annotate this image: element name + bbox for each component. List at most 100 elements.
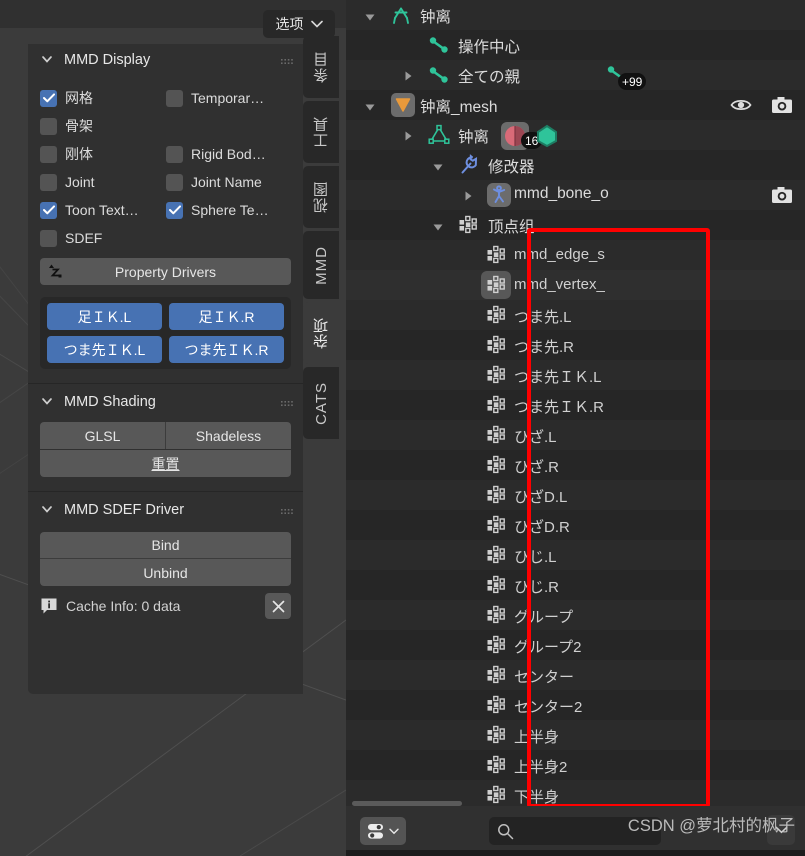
outliner-row[interactable]: ひじ.L — [346, 540, 805, 570]
outliner-row[interactable]: mmd_bone_o — [346, 180, 805, 210]
checkbox-label: Temporar… — [191, 90, 265, 106]
outliner-row[interactable]: mmd_edge_s — [346, 240, 805, 270]
disclosure-triangle-right-icon[interactable] — [402, 129, 414, 141]
mmd-sdef-driver-panel-header[interactable]: MMD SDEF Driver — [28, 494, 303, 526]
mmd-shading-panel-header[interactable]: MMD Shading — [28, 386, 303, 418]
outliner-row-label: mmd_bone_o — [514, 185, 609, 202]
outliner-row[interactable]: 钟离 16 — [346, 120, 805, 150]
checkbox-box[interactable] — [40, 201, 57, 219]
tab-label: MMD — [312, 245, 330, 285]
ik-button-label: つま先ＩＫ.R — [184, 341, 269, 358]
drag-grip-icon[interactable] — [281, 55, 293, 64]
outliner-row[interactable]: つま先.L — [346, 300, 805, 330]
checkbox-joint-name[interactable]: Joint Name — [166, 173, 292, 191]
outliner-row-label: 上半身 — [514, 729, 560, 746]
checkbox-box[interactable] — [40, 117, 57, 135]
outliner-row[interactable]: つま先.R — [346, 330, 805, 360]
disclosure-triangle-down-icon[interactable] — [432, 220, 444, 232]
outliner-row[interactable]: 操作中心 — [346, 30, 805, 60]
checkbox-box[interactable] — [40, 173, 57, 191]
checkbox-sdef[interactable]: SDEF — [40, 229, 166, 247]
drag-grip-icon[interactable] — [281, 505, 293, 514]
property-drivers-button[interactable]: Property Drivers — [40, 258, 291, 285]
viewport-options-button[interactable]: 选项 — [263, 10, 335, 38]
checkbox-toon-texture[interactable]: Toon Text… — [40, 201, 166, 219]
checkbox-row: Joint Joint Name — [28, 168, 303, 196]
mmd-display-panel-header[interactable]: MMD Display — [28, 44, 303, 76]
sidebar-tab-tools[interactable]: 工具 — [303, 101, 339, 163]
disclosure-triangle-down-icon[interactable] — [432, 160, 444, 172]
sidebar-tab-mmd[interactable]: MMD — [303, 231, 339, 299]
outliner-row[interactable]: 钟离_mesh — [346, 90, 805, 120]
checkbox-label: 网格 — [65, 90, 93, 106]
checkbox-joint[interactable]: Joint — [40, 173, 166, 191]
outliner-row[interactable]: ひざ.L — [346, 420, 805, 450]
disclosure-triangle-right-icon[interactable] — [402, 69, 414, 81]
shadeless-button[interactable]: Shadeless — [166, 422, 291, 449]
disclosure-triangle-down-icon[interactable] — [364, 10, 376, 22]
outliner-row[interactable]: つま先ＩＫ.L — [346, 360, 805, 390]
outliner-row[interactable]: mmd_vertex_ — [346, 270, 805, 300]
ik-button-toe-l[interactable]: つま先ＩＫ.L — [47, 336, 162, 363]
checkbox-armature[interactable]: 骨架 — [40, 116, 166, 136]
checkbox-box[interactable] — [40, 89, 57, 107]
outliner-row[interactable]: ひざD.R — [346, 510, 805, 540]
outliner-editor[interactable]: 钟离 操作中心 全ての親 +99 钟离_mesh 钟离 16 修改器 mmd_bone_o 顶点组… — [346, 0, 805, 856]
outliner-row-label: 顶点组 — [488, 219, 535, 236]
sidebar-tab-view[interactable]: 视图 — [303, 166, 339, 228]
drag-grip-icon[interactable] — [281, 397, 293, 406]
outliner-row[interactable]: 上半身2 — [346, 750, 805, 780]
unbind-button[interactable]: Unbind — [40, 559, 291, 586]
disclosure-triangle-down-icon[interactable] — [364, 100, 376, 112]
outliner-row[interactable]: ひざ.R — [346, 450, 805, 480]
outliner-row[interactable]: センター — [346, 660, 805, 690]
outliner-row[interactable]: グループ2 — [346, 630, 805, 660]
reset-shading-button[interactable]: 重置 — [40, 450, 291, 477]
bone-count-badge: +99 — [618, 73, 647, 90]
outliner-row[interactable]: つま先ＩＫ.R — [346, 390, 805, 420]
outliner-row[interactable]: センター2 — [346, 690, 805, 720]
outliner-row[interactable]: ひじ.R — [346, 570, 805, 600]
checkbox-temporary[interactable]: Temporar… — [166, 89, 292, 107]
ik-button-foot-r[interactable]: 足ＩＫ.R — [169, 303, 284, 330]
glsl-button[interactable]: GLSL — [40, 422, 166, 449]
chevron-down-icon[interactable] — [40, 502, 54, 516]
close-icon[interactable] — [265, 593, 291, 619]
bind-button[interactable]: Bind — [40, 532, 291, 559]
disclosure-triangle-right-icon[interactable] — [462, 189, 474, 201]
checkbox-box[interactable] — [166, 145, 183, 163]
outliner-row[interactable]: グループ — [346, 600, 805, 630]
checkbox-rigid-body-name[interactable]: Rigid Bod… — [166, 145, 292, 163]
checkbox-rigidbody[interactable]: 刚体 — [40, 144, 166, 164]
filter-toggle-button[interactable] — [360, 817, 406, 845]
chevron-down-icon[interactable] — [40, 394, 54, 408]
render-camera-icon[interactable] — [771, 96, 793, 119]
checkbox-box[interactable] — [40, 145, 57, 163]
checkbox-box[interactable] — [166, 201, 183, 219]
render-camera-icon[interactable] — [771, 186, 793, 209]
vertex-group-icon — [486, 694, 508, 721]
ik-button-foot-l[interactable]: 足ＩＫ.L — [47, 303, 162, 330]
checkbox-box[interactable] — [40, 229, 57, 247]
outliner-row[interactable]: 修改器 — [346, 150, 805, 180]
outliner-row-label: 下半身 — [514, 789, 560, 806]
checkbox-box[interactable] — [166, 173, 183, 191]
mmd-shading-panel-title: MMD Shading — [64, 394, 156, 410]
ik-button-toe-r[interactable]: つま先ＩＫ.R — [169, 336, 284, 363]
outliner-row[interactable]: 全ての親 +99 — [346, 60, 805, 90]
app-root: 选项 MMD Display 网格 Temporar… 骨架 刚体 Rigid … — [0, 0, 805, 856]
outliner-row[interactable]: 顶点组 — [346, 210, 805, 240]
outliner-row[interactable]: ひざD.L — [346, 480, 805, 510]
outliner-row[interactable]: 上半身 — [346, 720, 805, 750]
outliner-row[interactable]: 钟离 — [346, 0, 805, 30]
vertex-group-icon — [458, 214, 480, 241]
checkbox-box[interactable] — [166, 89, 183, 107]
chevron-down-icon[interactable] — [40, 52, 54, 66]
sidebar-tab-cats[interactable]: CATS — [303, 367, 339, 439]
checkbox-sphere-texture[interactable]: Sphere Te… — [166, 201, 292, 219]
visibility-eye-icon[interactable] — [730, 97, 752, 118]
window-bottom-strip — [346, 850, 805, 856]
sidebar-tab-misc[interactable]: 杂项 — [303, 302, 339, 364]
sidebar-tab-items[interactable]: 条目 — [303, 36, 339, 98]
checkbox-mesh[interactable]: 网格 — [40, 88, 166, 108]
